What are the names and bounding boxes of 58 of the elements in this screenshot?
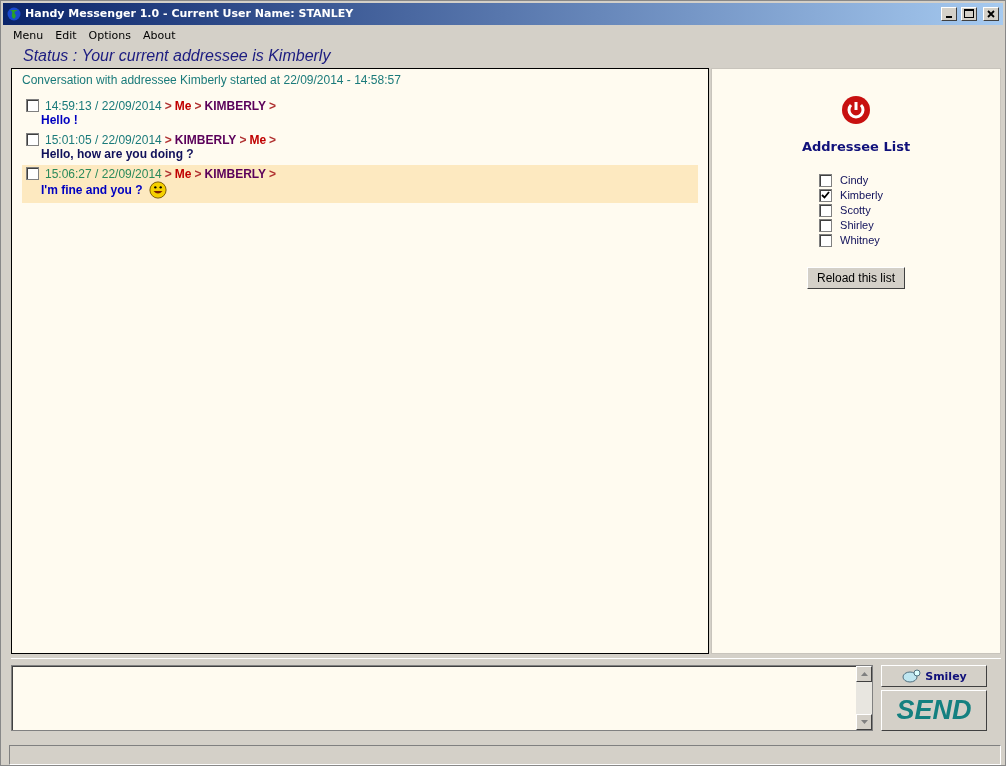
message-time: 15:01:05 / 22/09/2014 <box>45 132 162 147</box>
addressee-name: Cindy <box>840 174 869 187</box>
checkbox[interactable] <box>819 233 833 247</box>
up-arrow-icon[interactable] <box>860 672 868 677</box>
conversation-header: Conversation with addressee Kimberly started at 22/09/2014 - 14:58:57 <box>22 72 402 87</box>
addressee-name: Scotty <box>840 204 871 217</box>
message-time: 14:59:13 / 22/09/2014 <box>45 98 162 113</box>
message-text: I'm fine and you ? <box>41 182 143 197</box>
menu-item[interactable]: Edit <box>49 26 83 45</box>
recipient-name: KIMBERLY <box>204 98 267 113</box>
menu-item[interactable]: About <box>136 26 182 45</box>
sender-name: Me <box>174 166 192 181</box>
smiley-button[interactable]: Smiley <box>881 665 987 688</box>
separator: > <box>269 98 277 113</box>
addressee-list-title: Addressee List <box>801 138 911 154</box>
addressee-name: Whitney <box>840 234 880 247</box>
message-time: 15:06:27 / 22/09/2014 <box>45 166 162 181</box>
minimize-icon <box>946 15 952 18</box>
reload-button[interactable]: Reload this list <box>806 266 905 289</box>
message-text: Hello, how are you doing ? <box>41 146 194 161</box>
window-title: Handy Messenger 1.0 - Current User Name: STANLEY <box>25 7 355 21</box>
status-text: Status : Your current addressee is Kimberly <box>22 45 332 66</box>
checkbox[interactable] <box>26 167 39 181</box>
recipient-name: Me <box>249 132 267 147</box>
checkbox[interactable] <box>819 173 833 187</box>
checkbox[interactable] <box>26 99 39 113</box>
separator: > <box>164 98 172 113</box>
close-icon <box>987 9 995 18</box>
globe-icon <box>7 6 21 21</box>
addressee-name: Kimberly <box>840 189 883 202</box>
sender-name: Me <box>174 98 192 113</box>
checkbox[interactable] <box>819 218 833 232</box>
minimize-button[interactable] <box>941 6 957 21</box>
separator: > <box>194 166 202 181</box>
power-icon[interactable] <box>841 94 871 125</box>
checkbox[interactable] <box>819 188 833 202</box>
smiley-icon <box>148 180 167 199</box>
down-arrow-icon[interactable] <box>860 720 868 725</box>
checkbox[interactable] <box>26 133 39 147</box>
separator: > <box>164 166 172 181</box>
face-icon <box>901 669 922 684</box>
separator: > <box>269 166 277 181</box>
menu-item[interactable]: Options <box>82 26 137 45</box>
maximize-icon <box>964 9 974 19</box>
checkbox[interactable] <box>819 203 833 217</box>
separator: > <box>194 98 202 113</box>
recipient-name: KIMBERLY <box>204 166 267 181</box>
scrollbar[interactable] <box>856 666 872 731</box>
close-button[interactable] <box>983 6 999 21</box>
menu-item[interactable]: Menu <box>7 26 50 45</box>
separator: > <box>164 132 172 147</box>
sender-name: KIMBERLY <box>174 132 237 147</box>
message-text: Hello ! <box>41 112 78 127</box>
message-input[interactable] <box>11 665 873 732</box>
addressee-name: Shirley <box>840 219 874 232</box>
maximize-button[interactable] <box>961 6 977 21</box>
separator: > <box>269 132 277 147</box>
separator: > <box>239 132 247 147</box>
